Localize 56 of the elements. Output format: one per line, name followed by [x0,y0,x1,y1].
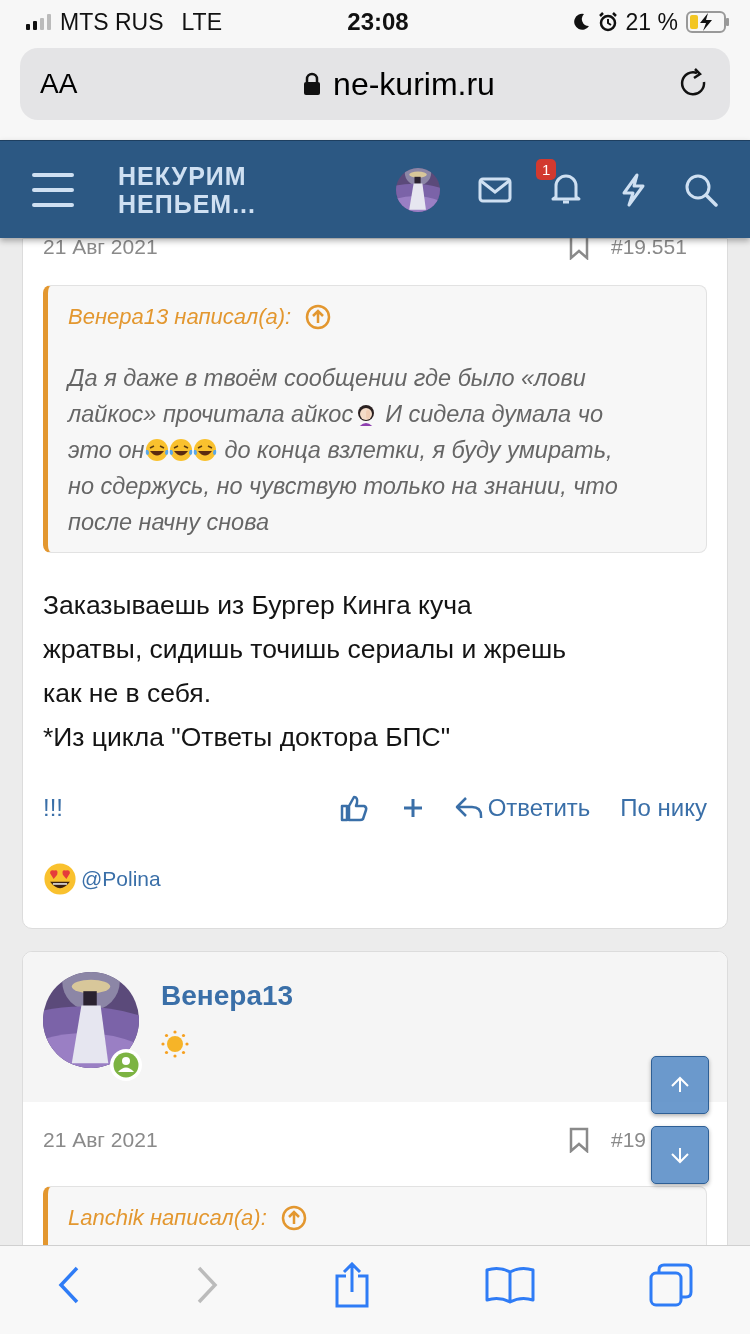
share-icon[interactable] [333,1262,371,1308]
alarm-clock-icon [597,12,618,32]
post-text: *Из цикла "Ответы доктора БПС" [43,721,452,754]
url-text: ne-kurim.ru [333,65,495,103]
scroll-up-button[interactable] [651,1056,709,1114]
search-icon[interactable] [684,172,718,207]
reply-button[interactable]: Ответить [453,794,591,822]
back-icon[interactable] [57,1266,81,1304]
by-nick-link[interactable]: По нику [620,794,707,822]
laughing-emoji-icon [169,438,194,462]
reaction-users-link[interactable]: @Polina [81,867,161,891]
post-number-link[interactable]: #19.551 [611,235,687,259]
book-icon[interactable] [485,1266,535,1304]
post-number-link[interactable]: #19 [611,1128,647,1152]
address-bar[interactable]: AA ne-kurim.ru [20,48,730,120]
clock-time: 23:08 [347,8,409,36]
laughing-emoji-icon [193,438,218,462]
site-logo-text[interactable]: НЕПЬЕМ... [118,189,396,218]
quote-text: лайкос» прочитала айкос [68,400,354,429]
post-text: Заказываешь из Бургер Кинга куча [43,589,473,622]
thumbs-up-icon[interactable] [339,794,368,822]
laughing-emoji-icon [145,438,170,462]
lock-icon [303,72,322,96]
envelope-icon[interactable] [478,176,512,203]
quote-text: И сидела думала чо [385,400,603,429]
tabs-icon[interactable] [649,1263,693,1307]
post-text: как не в себя. [43,677,213,710]
network-type: LTE [181,8,222,36]
reply-arrow-icon [453,795,484,821]
username-link[interactable]: Венера13 [161,980,294,1012]
bookmark-icon[interactable] [569,1127,589,1153]
quote-text: но сдержусь, но чувствую только на знании, что [68,472,618,501]
quote-text: после начну снова [68,508,269,537]
quote-text: до конца взлетки, я буду умирать, [224,436,613,465]
quote-author: Венера13 написал(а): [68,304,292,330]
quote-text: Да я даже в твоём сообщении где было «лови [68,364,586,393]
scroll-down-button[interactable] [651,1126,709,1184]
post-text: жратвы, сидишь точишь сериалы и жрешь [43,633,567,666]
lightning-icon[interactable] [620,172,646,207]
carrier-name: MTS RUS [60,8,164,36]
plus-icon[interactable] [401,797,424,819]
report-link[interactable]: !!! [43,794,340,822]
site-logo-text[interactable]: НЕКУРИМ [118,161,396,190]
text-size-button[interactable]: AA [40,68,120,100]
signal-icon [26,14,52,30]
battery-percent: 21 % [625,8,678,36]
notification-badge: 1 [536,158,557,180]
post-date: 21 Авг 2021 [43,1128,159,1152]
post-date: 21 Авг 2021 [43,235,159,259]
quote-author: Lanchik написал(а): [68,1205,267,1231]
quote-text: это он [68,436,145,465]
menu-icon[interactable] [32,171,74,208]
charging-battery-icon [686,11,730,33]
moon-icon [571,13,590,31]
heart-eyes-emoji-icon [43,862,77,896]
sun-icon [161,1030,189,1058]
